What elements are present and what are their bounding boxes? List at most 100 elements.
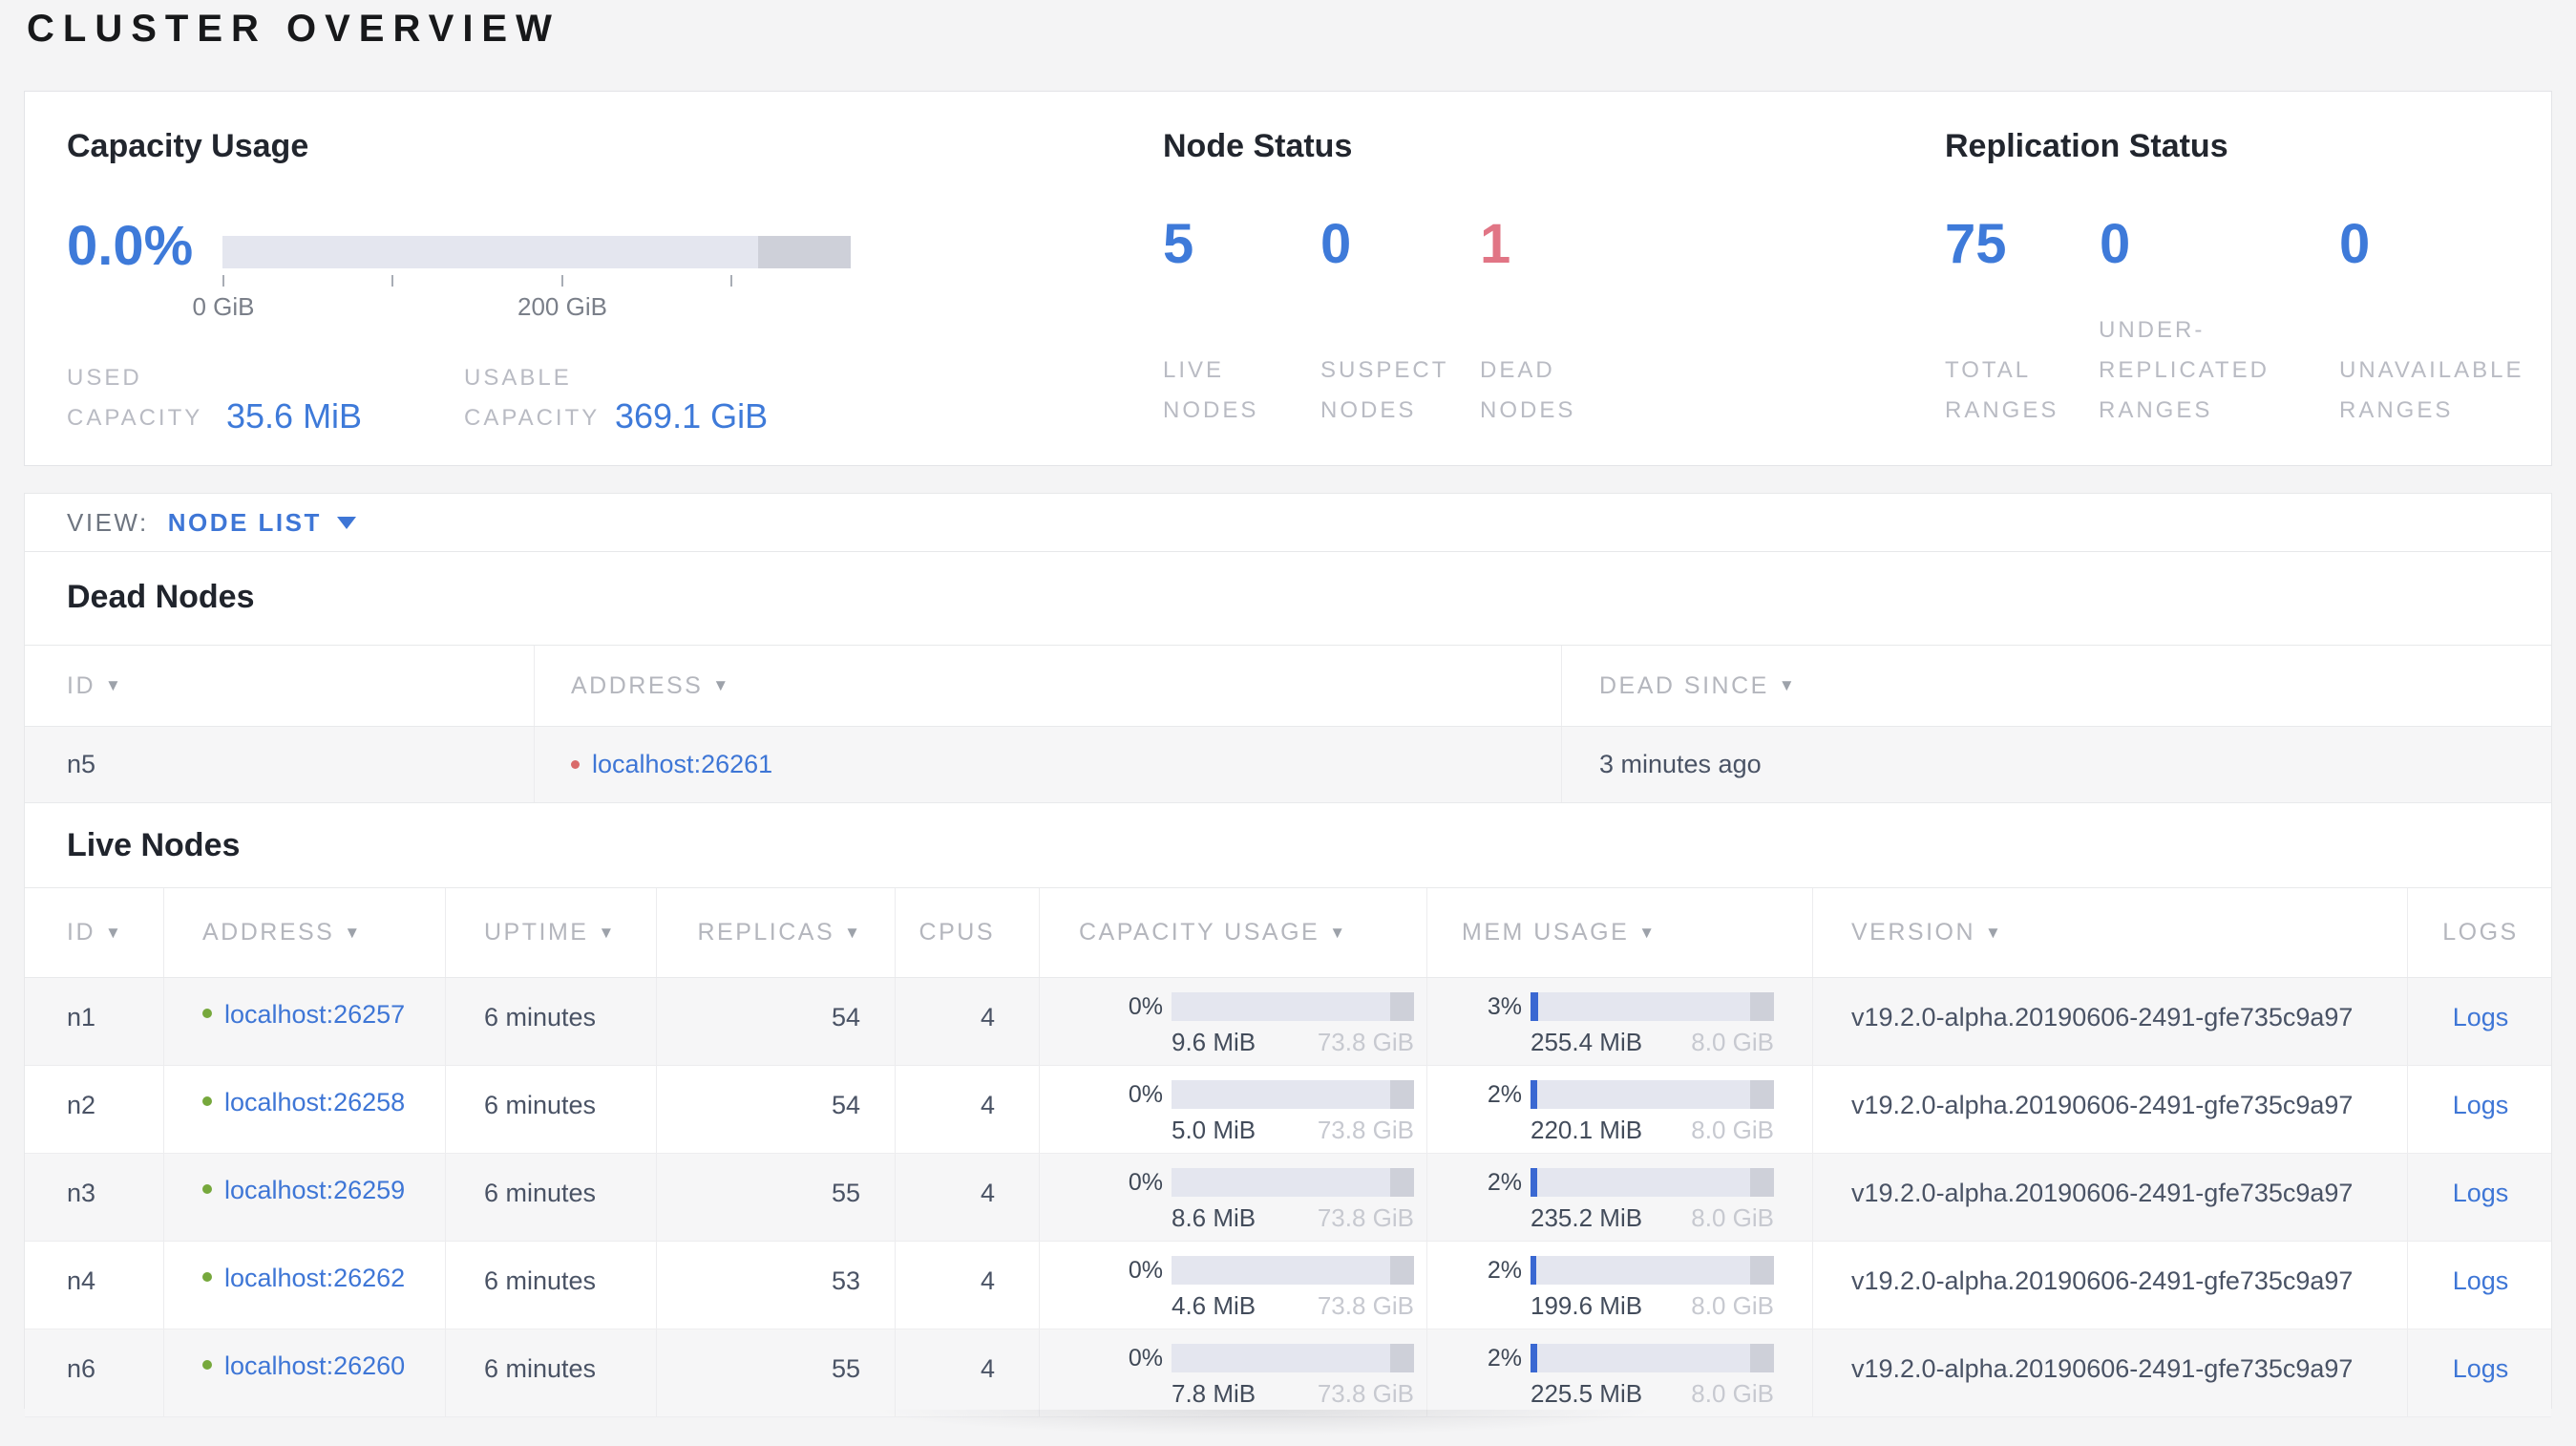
dead-nodes-label: DEAD NODES	[1480, 357, 1576, 423]
sort-desc-icon: ▼	[1778, 676, 1795, 694]
node-version: v19.2.0-alpha.20190606-2491-gfe735c9a97	[1851, 1354, 2354, 1383]
table-row: n3 localhost:26259 6 minutes 55 4 0% 8.6…	[25, 1154, 2551, 1242]
mem-bar	[1531, 1080, 1774, 1109]
mem-total-value: 8.0 GiB	[1691, 1028, 1774, 1056]
column-header-capacity-usage[interactable]: CAPACITY USAGE ▼	[1040, 888, 1427, 977]
sort-desc-icon: ▼	[1638, 923, 1656, 942]
capacity-used-value: 9.6 MiB	[1172, 1028, 1256, 1056]
page-title: CLUSTER OVERVIEW	[27, 8, 560, 50]
bottom-shadow	[707, 1410, 1824, 1446]
mem-total-value: 8.0 GiB	[1691, 1116, 1774, 1144]
mem-usage-meter: 2% 220.1 MiB 8.0 GiB	[1462, 1066, 1774, 1145]
node-uptime: 6 minutes	[484, 1003, 597, 1031]
usable-capacity-value: 369.1 GiB	[615, 396, 769, 436]
sort-desc-icon: ▼	[598, 923, 615, 942]
dead-nodes-heading: Dead Nodes	[67, 579, 255, 615]
column-header-mem-usage[interactable]: MEM USAGE ▼	[1427, 888, 1813, 977]
logs-link[interactable]: Logs	[2453, 1091, 2509, 1120]
node-version: v19.2.0-alpha.20190606-2491-gfe735c9a97	[1851, 1266, 2354, 1295]
mem-percent: 2%	[1487, 1256, 1522, 1284]
sort-desc-icon: ▼	[712, 676, 729, 694]
node-replicas: 54	[831, 1091, 860, 1119]
mem-total-value: 8.0 GiB	[1691, 1203, 1774, 1232]
column-header-id[interactable]: ID ▼	[25, 646, 535, 726]
mem-bar-fill	[1531, 1168, 1538, 1197]
sort-desc-icon: ▼	[844, 923, 860, 942]
node-address-link[interactable]: localhost:26257	[224, 1000, 405, 1030]
column-header-version[interactable]: VERSION ▼	[1813, 888, 2408, 977]
node-uptime: 6 minutes	[484, 1354, 597, 1383]
table-row: n1 localhost:26257 6 minutes 54 4 0% 9.6…	[25, 978, 2551, 1066]
mem-bar-dark-segment	[1749, 1256, 1774, 1285]
capacity-total-value: 73.8 GiB	[1317, 1203, 1414, 1232]
live-status-icon	[202, 1360, 212, 1370]
node-version: v19.2.0-alpha.20190606-2491-gfe735c9a97	[1851, 1179, 2354, 1207]
view-selector-dropdown[interactable]: NODE LIST	[168, 508, 356, 538]
logs-link[interactable]: Logs	[2453, 1354, 2509, 1384]
mem-bar	[1531, 1256, 1774, 1285]
node-address-link[interactable]: localhost:26262	[224, 1264, 405, 1293]
suspect-nodes-label: SUSPECT NODES	[1320, 357, 1449, 423]
node-cpus: 4	[980, 1266, 995, 1295]
mem-usage-meter: 2% 235.2 MiB 8.0 GiB	[1462, 1154, 1774, 1233]
node-id: n5	[67, 750, 96, 778]
live-nodes-label: LIVE NODES	[1163, 357, 1259, 423]
capacity-used-value: 8.6 MiB	[1172, 1203, 1256, 1232]
under-replicated-ranges-label: UNDER- REPLICATED RANGES	[2099, 317, 2270, 423]
capacity-bar	[1172, 1080, 1414, 1109]
logs-link[interactable]: Logs	[2453, 1179, 2509, 1208]
column-header-replicas[interactable]: REPLICAS ▼	[657, 888, 896, 977]
table-row: n4 localhost:26262 6 minutes 53 4 0% 4.6…	[25, 1242, 2551, 1329]
mem-total-value: 8.0 GiB	[1691, 1291, 1774, 1320]
column-header-address[interactable]: ADDRESS ▼	[164, 888, 446, 977]
node-status-section: Node Status 5 0 1 LIVE NODES SUSPECT NODES…	[1163, 92, 1889, 465]
logs-link[interactable]: Logs	[2453, 1266, 2509, 1296]
node-list-content: Dead Nodes ID ▼ ADDRESS ▼ DEAD SINCE ▼ n5 l…	[24, 552, 2553, 1417]
capacity-bar	[1172, 992, 1414, 1021]
mem-used-value: 255.4 MiB	[1531, 1028, 1643, 1056]
axis-tick	[222, 275, 224, 287]
node-address-link[interactable]: localhost:26261	[592, 750, 772, 779]
live-status-icon	[202, 1184, 212, 1194]
capacity-percent: 0%	[1128, 992, 1163, 1020]
axis-tick	[730, 275, 732, 287]
mem-used-value: 235.2 MiB	[1531, 1203, 1643, 1232]
replication-status-section: Replication Status 75 0 0 TOTAL RANGES UN…	[1945, 92, 2537, 465]
mem-percent: 3%	[1487, 992, 1522, 1020]
capacity-percent: 0%	[1128, 1080, 1163, 1108]
capacity-used-value: 4.6 MiB	[1172, 1291, 1256, 1320]
mem-bar-dark-segment	[1749, 1080, 1774, 1109]
replication-status-title: Replication Status	[1945, 128, 2228, 164]
capacity-used-percent: 0.0%	[67, 215, 194, 277]
capacity-bar	[1172, 1168, 1414, 1197]
column-header-id[interactable]: ID ▼	[25, 888, 164, 977]
node-address-link[interactable]: localhost:26259	[224, 1176, 405, 1205]
column-header-uptime[interactable]: UPTIME ▼	[446, 888, 657, 977]
node-uptime: 6 minutes	[484, 1091, 597, 1119]
capacity-used-value: 5.0 MiB	[1172, 1116, 1256, 1144]
sort-desc-icon: ▼	[105, 923, 121, 942]
capacity-usage-meter: 0% 5.0 MiB 73.8 GiB	[1079, 1066, 1414, 1145]
live-nodes-header: ID ▼ ADDRESS ▼ UPTIME ▼ REPLICAS ▼ CPUS CAPACITY …	[25, 887, 2551, 978]
capacity-total-value: 73.8 GiB	[1317, 1116, 1414, 1144]
view-bar: VIEW: NODE LIST	[24, 493, 2552, 552]
column-header-dead-since[interactable]: DEAD SINCE ▼	[1562, 646, 2553, 726]
mem-total-value: 8.0 GiB	[1691, 1379, 1774, 1408]
unavailable-ranges-count: 0	[2339, 213, 2371, 275]
unavailable-ranges-label: UNAVAILABLE RANGES	[2339, 357, 2524, 423]
table-row: n2 localhost:26258 6 minutes 54 4 0% 5.0…	[25, 1066, 2551, 1154]
chevron-down-icon	[336, 516, 356, 529]
mem-bar	[1531, 1168, 1774, 1197]
capacity-total-value: 73.8 GiB	[1317, 1379, 1414, 1408]
mem-used-value: 199.6 MiB	[1531, 1291, 1643, 1320]
node-address-link[interactable]: localhost:26258	[224, 1088, 405, 1117]
node-address-link[interactable]: localhost:26260	[224, 1351, 405, 1381]
mem-used-value: 220.1 MiB	[1531, 1116, 1643, 1144]
column-header-address[interactable]: ADDRESS ▼	[535, 646, 1562, 726]
logs-link[interactable]: Logs	[2453, 1003, 2509, 1032]
capacity-total-value: 73.8 GiB	[1317, 1291, 1414, 1320]
table-row: n6 localhost:26260 6 minutes 55 4 0% 7.8…	[25, 1329, 2551, 1417]
capacity-usage-meter: 0% 7.8 MiB 73.8 GiB	[1079, 1329, 1414, 1409]
mem-percent: 2%	[1487, 1080, 1522, 1108]
capacity-usage-section: Capacity Usage 0.0% 0 GiB 200 GiB USED C…	[67, 92, 1003, 465]
